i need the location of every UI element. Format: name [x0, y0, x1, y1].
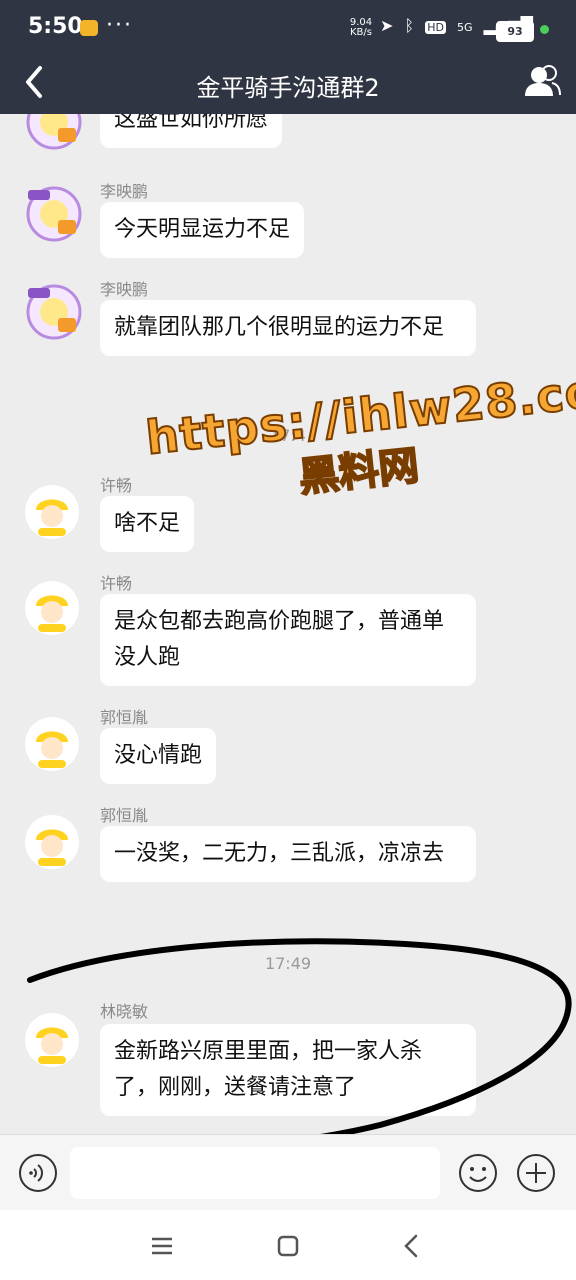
sender-name: 李映鹏	[100, 280, 149, 299]
sender-name: 林晓敏	[100, 1002, 149, 1021]
system-back-icon[interactable]	[396, 1230, 428, 1262]
bluetooth-icon: ᛒ	[404, 16, 415, 35]
app-header: 5:50 ··· 9.04 KB/s ➤ ᛒ HD 5G ▂▄▆█ 93 金平骑…	[0, 0, 576, 114]
rider-avatar[interactable]	[24, 814, 80, 870]
sender-name: 许畅	[100, 476, 133, 495]
sender-name: 郭恒胤	[100, 708, 149, 727]
chat-title: 金平骑手沟通群2	[196, 74, 380, 102]
message-bubble[interactable]: 一没奖，二无力，三乱派，凉凉去	[100, 826, 476, 882]
sender-name: 许畅	[100, 574, 133, 593]
recent-apps-icon[interactable]	[146, 1230, 178, 1262]
status-time: 5:50	[28, 14, 83, 39]
message-bubble[interactable]: 今天明显运力不足	[100, 202, 305, 258]
rider-avatar[interactable]	[24, 1012, 80, 1068]
group-members-icon[interactable]	[522, 62, 562, 102]
message-input-bar	[0, 1134, 576, 1211]
location-icon: ➤	[380, 16, 394, 35]
emoji-icon[interactable]	[458, 1153, 498, 1193]
rider-avatar[interactable]	[24, 484, 80, 540]
add-attachment-icon[interactable]	[516, 1153, 556, 1193]
sender-name: 李映鹏	[100, 182, 149, 201]
status-bar: 5:50 ··· 9.04 KB/s ➤ ᛒ HD 5G ▂▄▆█ 93	[0, 0, 576, 56]
rider-avatar[interactable]	[24, 580, 80, 636]
network-speed-unit: KB/s	[350, 27, 372, 38]
chat-history[interactable]: 这盛世如你所愿 李映鹏 今天明显运力不足 李映鹏 就靠团队那几个很明显的运力不足…	[0, 114, 576, 1134]
more-notifications-icon: ···	[106, 13, 133, 38]
title-bar: 金平骑手沟通群2	[0, 56, 576, 114]
hd-icon: HD	[425, 21, 446, 34]
festival-avatar[interactable]	[24, 184, 84, 244]
rider-avatar[interactable]	[24, 716, 80, 772]
system-nav-bar	[0, 1210, 576, 1280]
time-separator: 17:4	[270, 426, 306, 445]
network-speed: 9.04 KB/s	[346, 18, 376, 38]
signal-label: 5G	[457, 21, 473, 34]
notification-app-icon	[80, 20, 98, 36]
message-bubble[interactable]: 是众包都去跑高价跑腿了，普通单没人跑	[100, 594, 476, 686]
message-bubble[interactable]: 没心情跑	[100, 728, 217, 784]
festival-avatar[interactable]	[24, 114, 84, 152]
message-bubble[interactable]: 就靠团队那几个很明显的运力不足	[100, 300, 476, 356]
home-icon[interactable]	[272, 1230, 304, 1262]
message-bubble[interactable]: 啥不足	[100, 496, 195, 552]
festival-avatar[interactable]	[24, 282, 84, 342]
message-input[interactable]	[70, 1147, 440, 1199]
privacy-indicator-icon	[540, 25, 549, 34]
message-bubble[interactable]: 金新路兴原里里面，把一家人杀了，刚刚，送餐请注意了	[100, 1024, 476, 1116]
message-bubble[interactable]: 这盛世如你所愿	[100, 114, 283, 148]
time-separator: 17:49	[264, 954, 312, 973]
sender-name: 郭恒胤	[100, 806, 149, 825]
voice-input-icon[interactable]	[18, 1153, 58, 1193]
battery-icon: 93	[496, 21, 534, 42]
